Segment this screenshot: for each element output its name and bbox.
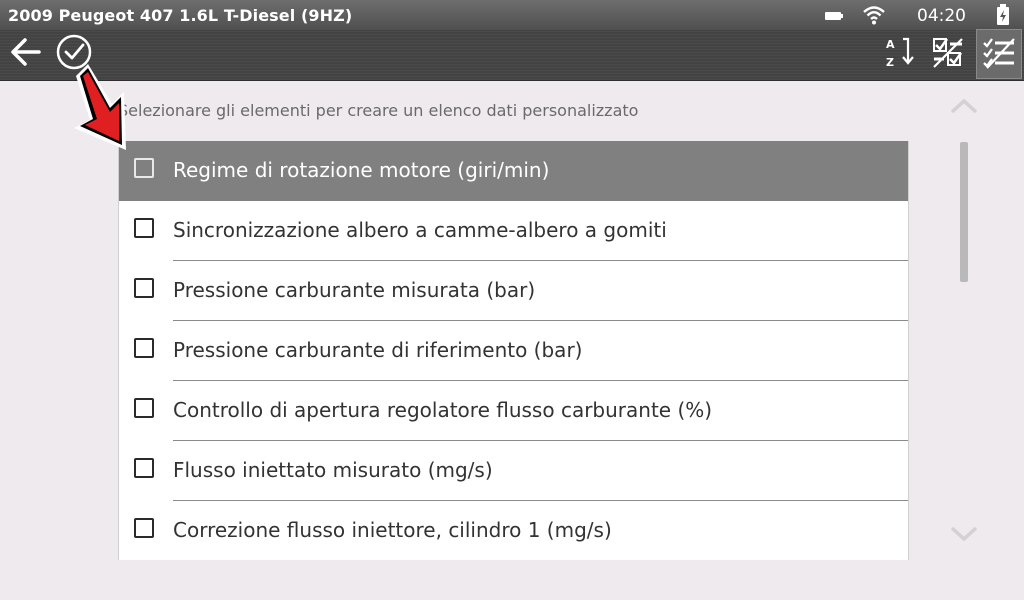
custom-list-button[interactable]	[976, 29, 1022, 79]
chevron-up-icon	[948, 98, 980, 120]
sort-az-icon: A Z	[881, 35, 915, 74]
list-item[interactable]: Correzione flusso iniettore, cilindro 1 …	[119, 501, 908, 560]
checkbox[interactable]	[134, 458, 154, 478]
scrollbar-thumb[interactable]	[960, 142, 968, 282]
svg-text:A: A	[886, 38, 895, 51]
checkbox[interactable]	[134, 338, 154, 358]
back-arrow-icon	[7, 36, 43, 73]
list-item[interactable]: Sincronizzazione albero a camme-albero a…	[119, 201, 908, 261]
list-item-label: Correzione flusso iniettore, cilindro 1 …	[173, 518, 612, 542]
list-item-label: Flusso iniettato misurato (mg/s)	[173, 458, 493, 482]
chevron-down-icon	[948, 526, 980, 548]
wifi-icon	[862, 4, 886, 31]
toolbar: A Z	[0, 29, 1024, 81]
charging-icon	[996, 4, 1010, 31]
annotation-arrow-icon	[70, 62, 134, 159]
sort-button[interactable]: A Z	[878, 30, 918, 78]
list-item-label: Sincronizzazione albero a camme-albero a…	[173, 218, 667, 242]
select-unselect-icon	[930, 35, 966, 74]
vehicle-title: 2009 Peugeot 407 1.6L T-Diesel (9HZ)	[8, 6, 353, 25]
list-item[interactable]: Pressione carburante di riferimento (bar…	[119, 321, 908, 381]
svg-text:Z: Z	[886, 56, 894, 69]
select-unselect-button[interactable]	[926, 30, 970, 78]
checkbox[interactable]	[134, 518, 154, 538]
list-item[interactable]: Controllo di apertura regolatore flusso …	[119, 381, 908, 441]
status-bar: 2009 Peugeot 407 1.6L T-Diesel (9HZ) 04:…	[0, 0, 1024, 30]
list-item-label: Pressione carburante di riferimento (bar…	[173, 338, 583, 362]
list-item[interactable]: Regime di rotazione motore (giri/min)	[119, 141, 908, 201]
instruction-text: Selezionare gli elementi per creare un e…	[118, 101, 639, 120]
list-item-label: Regime di rotazione motore (giri/min)	[173, 158, 550, 182]
checkbox[interactable]	[134, 218, 154, 238]
checkbox[interactable]	[134, 158, 154, 178]
scroll-down-button[interactable]	[948, 524, 980, 549]
list-item-label: Pressione carburante misurata (bar)	[173, 278, 536, 302]
list-item-label: Controllo di apertura regolatore flusso …	[173, 398, 713, 422]
custom-list-icon	[981, 35, 1017, 74]
list-item[interactable]: Flusso iniettato misurato (mg/s)	[119, 441, 908, 501]
list-item[interactable]: Pressione carburante misurata (bar)	[119, 261, 908, 321]
parameter-list[interactable]: Regime di rotazione motore (giri/min) Si…	[118, 141, 909, 560]
checkbox[interactable]	[134, 278, 154, 298]
checkbox[interactable]	[134, 398, 154, 418]
battery-icon	[824, 9, 844, 27]
back-button[interactable]	[2, 30, 48, 78]
clock: 04:20	[917, 6, 966, 26]
scroll-up-button[interactable]	[948, 96, 980, 121]
